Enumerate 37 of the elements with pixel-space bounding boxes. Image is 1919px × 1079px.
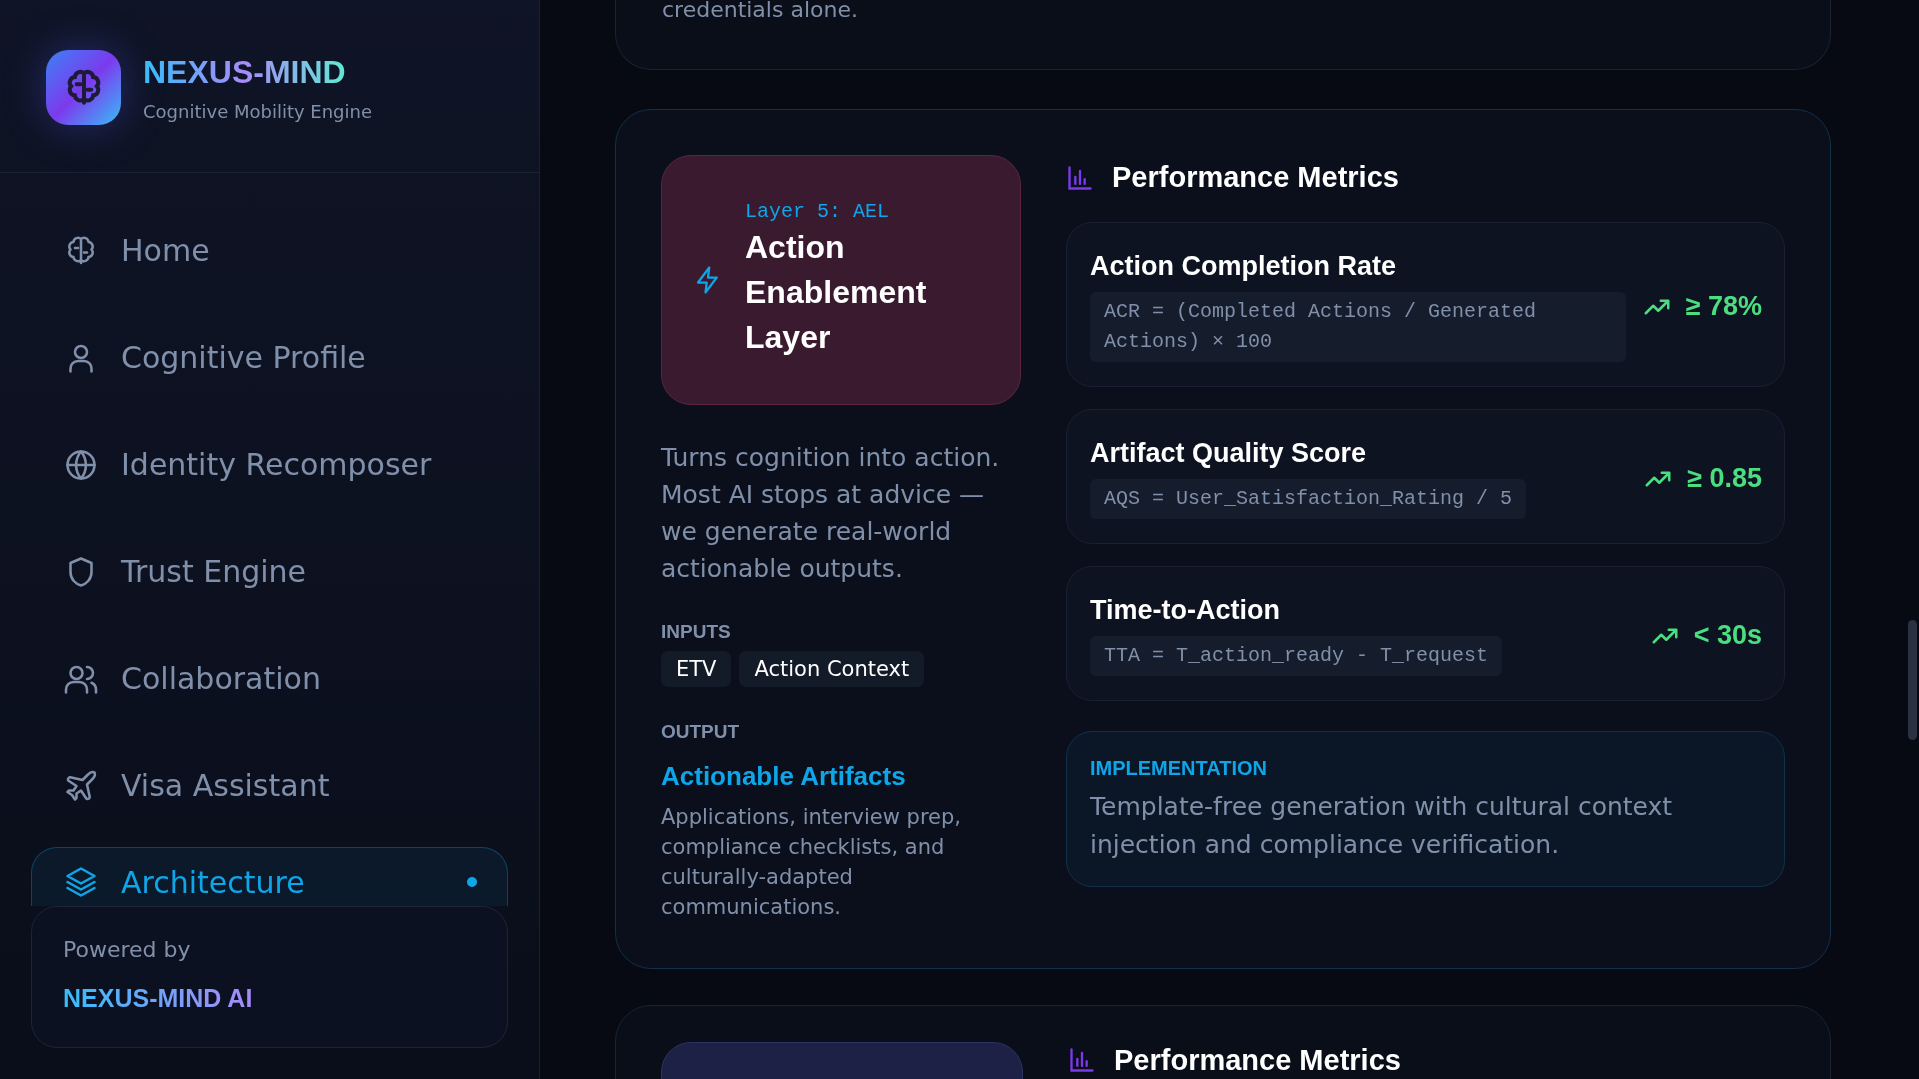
metric-target: ≥ 78% xyxy=(1685,291,1762,322)
metric-name: Artifact Quality Score xyxy=(1090,438,1368,469)
implementation-text: Template-free generation with cultural context injection and compliance verification. xyxy=(1090,791,1674,861)
output-title: Actionable Artifacts xyxy=(661,761,907,792)
layers-icon xyxy=(63,864,99,900)
bar-chart-icon xyxy=(1066,163,1094,192)
nav-item[interactable]: Trust Engine xyxy=(31,518,508,625)
layer-tag: Layer 5: AEL xyxy=(745,200,965,223)
metric-formula: TTA = T_action_ready - T_request xyxy=(1090,636,1503,676)
bar-chart-icon xyxy=(1068,1046,1096,1074)
input-tag: ETV xyxy=(661,651,732,687)
metric-name: Time-to-Action xyxy=(1090,595,1281,626)
section-text: credentials alone. xyxy=(662,0,859,21)
output-description: Applications, interview prep, compliance checklists, and culturally-adapted communications. xyxy=(661,804,963,921)
metric-name: Action Completion Rate xyxy=(1090,251,1397,282)
metric-target: < 30s xyxy=(1693,620,1762,651)
inputs-label: INPUTS xyxy=(661,621,732,643)
nav-item[interactable]: Identity Recomposer xyxy=(31,411,508,518)
nav-item[interactable]: Visa Assistant xyxy=(31,732,508,839)
layer-description: Turns cognition into action. Most AI stops at advice — we generate real-world actionable outputs. xyxy=(661,442,1001,585)
brand-tagline: Cognitive Mobility Engine xyxy=(143,101,373,122)
scrollbar-thumb[interactable] xyxy=(1908,620,1917,740)
nav-item[interactable]: Architecture xyxy=(31,847,508,906)
implementation-label: IMPLEMENTATION xyxy=(1090,757,1269,780)
metrics-heading: Performance Metrics xyxy=(1112,161,1399,194)
metric-formula: ACR = (Completed Actions / Generated Actions) × 100 xyxy=(1090,292,1626,362)
input-tag: Action Context xyxy=(739,651,925,687)
nav-item[interactable]: Home xyxy=(31,197,508,304)
layer-title: Action Enablement Layer xyxy=(745,228,928,357)
output-label: OUTPUT xyxy=(661,721,741,743)
nav-item[interactable]: Cognitive Profile xyxy=(31,304,508,411)
powered-by-label: Powered by xyxy=(63,937,192,962)
active-dot xyxy=(467,877,477,887)
metric-target: ≥ 0.85 xyxy=(1687,463,1762,494)
nav-item[interactable]: Collaboration xyxy=(31,625,508,732)
metrics-heading: Performance Metrics xyxy=(1114,1043,1401,1077)
metric-formula: AQS = User_Satisfaction_Rating / 5 xyxy=(1090,479,1527,519)
